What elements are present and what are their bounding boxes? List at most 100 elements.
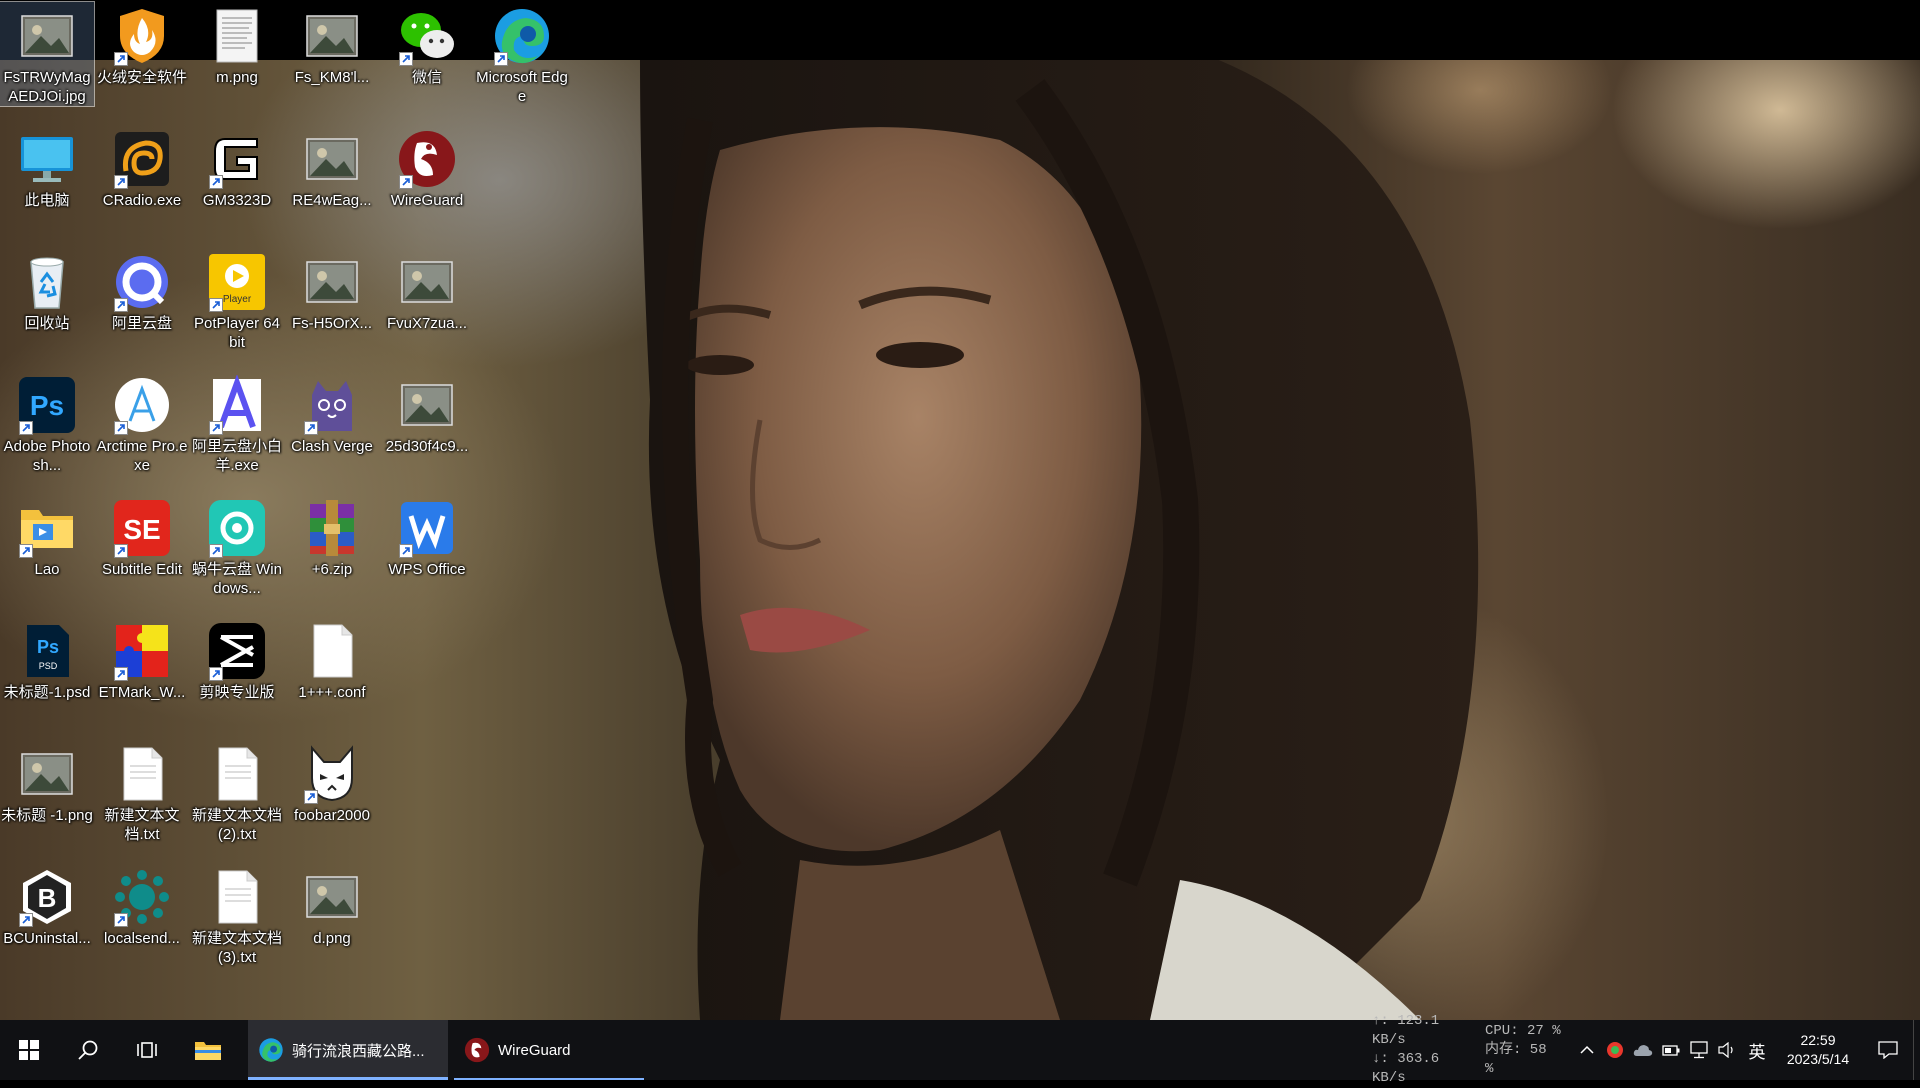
desktop-icon-fvux7zua[interactable]: FvuX7zua... — [380, 248, 474, 333]
folder-icon — [17, 498, 77, 558]
tray-network[interactable] — [1685, 1020, 1713, 1080]
desktop-icon-label: 阿里云盘小白羊.exe — [191, 438, 282, 474]
clash-cat-icon — [302, 375, 362, 435]
desktop-icon-label: FvuX7zua... — [386, 315, 468, 332]
desktop-icon-etmark[interactable]: ETMark_W... — [95, 617, 189, 702]
desktop-icon-subtitleedit[interactable]: SE Subtitle Edit — [95, 494, 189, 579]
network-speed-meter[interactable]: ↑: 123.1 KB/s ↓: 363.6 KB/s — [1372, 1012, 1467, 1088]
taskbar-app-edge[interactable]: 骑行流浪西藏公路... — [248, 1020, 448, 1080]
desktop-icon-huorong[interactable]: 火绒安全软件 — [95, 2, 189, 87]
desktop-icon-newtxt[interactable]: 新建文本文档.txt — [95, 740, 189, 844]
show-hidden-icons-button[interactable] — [1573, 1020, 1601, 1080]
desktop-icon-psd[interactable]: Ps PSD 未标题-1.psd — [0, 617, 94, 702]
desktop-icon-label: localsend... — [104, 930, 180, 947]
tray-cloud[interactable] — [1629, 1020, 1657, 1080]
svg-text:SE: SE — [123, 514, 160, 545]
shortcut-arrow-icon — [209, 421, 223, 435]
desktop-icon-25d30f4c9[interactable]: 25d30f4c9... — [380, 371, 474, 456]
image-thumbnail-icon — [397, 375, 457, 435]
search-button[interactable] — [58, 1020, 118, 1080]
desktop-icon-wireguard[interactable]: WireGuard — [380, 125, 474, 210]
monitor-icon — [17, 129, 77, 189]
shortcut-arrow-icon — [114, 421, 128, 435]
desktop-icon-label: Fs_KM8'l... — [294, 69, 370, 86]
document-thumbnail-icon — [207, 6, 267, 66]
show-desktop-button[interactable] — [1913, 1020, 1920, 1080]
desktop-icon-woniu[interactable]: 蜗牛云盘 Windows... — [190, 494, 284, 598]
desktop-icon-label: 新建文本文档 (3).txt — [191, 930, 282, 966]
clock[interactable]: 22:59 2023/5/14 — [1773, 1031, 1863, 1069]
tray-battery[interactable] — [1657, 1020, 1685, 1080]
desktop-icon-edge[interactable]: Microsoft Edge — [475, 2, 569, 106]
recycle-bin-icon — [17, 252, 77, 312]
shortcut-arrow-icon — [114, 667, 128, 681]
desktop-icon-recycle[interactable]: 回收站 — [0, 248, 94, 333]
desktop-icon-localsend[interactable]: localsend... — [95, 863, 189, 948]
desktop-icon-foobar[interactable]: foobar2000 — [285, 740, 379, 825]
cpu-usage: CPU: 27 % — [1485, 1022, 1561, 1039]
shortcut-arrow-icon — [114, 544, 128, 558]
arctime-icon — [112, 375, 172, 435]
edge-icon — [492, 6, 552, 66]
start-button[interactable] — [0, 1020, 58, 1080]
action-center-button[interactable] — [1863, 1020, 1913, 1080]
file-explorer-button[interactable] — [176, 1020, 240, 1080]
desktop-icon-bcuninstall[interactable]: B BCUninstal... — [0, 863, 94, 948]
task-view-button[interactable] — [118, 1020, 176, 1080]
download-speed: ↓: 363.6 KB/s — [1372, 1051, 1440, 1086]
desktop-icon-cradio[interactable]: CRadio.exe — [95, 125, 189, 210]
desktop-icon-label: GM3323D — [202, 192, 272, 209]
desktop-icon-dpng[interactable]: d.png — [285, 863, 379, 948]
svg-text:Player: Player — [223, 294, 252, 305]
desktop-icon-fskm8[interactable]: Fs_KM8'l... — [285, 2, 379, 87]
desktop-icon-gm3323d[interactable]: GM3323D — [190, 125, 284, 210]
desktop-icon-thispc[interactable]: 此电脑 — [0, 125, 94, 210]
desktop-icon-label: Arctime Pro.exe — [96, 438, 188, 474]
desktop-icon-conf[interactable]: 1+++.conf — [285, 617, 379, 702]
desktop-icon-arctime[interactable]: Arctime Pro.exe — [95, 371, 189, 475]
svg-text:PSD: PSD — [39, 661, 58, 671]
desktop-icon-plus6zip[interactable]: +6.zip — [285, 494, 379, 579]
desktop-icon-wechat[interactable]: 微信 — [380, 2, 474, 87]
taskbar-app-wireguard[interactable]: WireGuard — [454, 1020, 644, 1080]
search-icon — [78, 1040, 98, 1060]
desktop-icon-label: WPS Office — [388, 561, 466, 578]
huorong-shield-icon — [112, 6, 172, 66]
desktop-icon-photoshop[interactable]: Ps Adobe Photosh... — [0, 371, 94, 475]
desktop-icon-wps[interactable]: WPS Office — [380, 494, 474, 579]
desktop-icon-newtxt2[interactable]: 新建文本文档 (2).txt — [190, 740, 284, 844]
shortcut-arrow-icon — [209, 175, 223, 189]
wechat-icon — [397, 6, 457, 66]
wireguard-icon — [397, 129, 457, 189]
desktop-icon-untitledpng[interactable]: 未标题 -1.png — [0, 740, 94, 825]
desktop-icon-fstrwymag[interactable]: FsTRWyMag AEDJOi.jpg — [0, 1, 95, 107]
tray-huorong[interactable] — [1601, 1020, 1629, 1080]
desktop-icon-alixiaobai[interactable]: 阿里云盘小白羊.exe — [190, 371, 284, 475]
clock-date: 2023/5/14 — [1786, 1051, 1850, 1067]
taskbar: 骑行流浪西藏公路... WireGuard ↑: 123.1 KB/s ↓: 3… — [0, 1013, 1920, 1086]
desktop-icon-potplayer[interactable]: Player PotPlayer 64 bit — [190, 248, 284, 352]
image-thumbnail-icon — [17, 6, 77, 66]
desktop-icon-label: 剪映专业版 — [199, 684, 275, 701]
desktop-icon-newtxt3[interactable]: 新建文本文档 (3).txt — [190, 863, 284, 967]
desktop-icon-fsh5orx[interactable]: Fs-H5OrX... — [285, 248, 379, 333]
desktop-icon-aliyun[interactable]: 阿里云盘 — [95, 248, 189, 333]
shortcut-arrow-icon — [209, 667, 223, 681]
desktop-icon-label: 微信 — [411, 69, 442, 86]
desktop-icon-clashverge[interactable]: Clash Verge — [285, 371, 379, 456]
input-method-indicator[interactable]: 英 — [1741, 1020, 1773, 1080]
desktop-icon-label: Clash Verge — [291, 438, 373, 455]
image-thumbnail-icon — [302, 129, 362, 189]
blank-file-icon — [302, 621, 362, 681]
tray-volume[interactable] — [1713, 1020, 1741, 1080]
svg-text:B: B — [38, 883, 57, 913]
desktop-icon-lao[interactable]: Lao — [0, 494, 94, 579]
usage-meter[interactable]: CPU: 27 % 内存: 58 % — [1485, 1022, 1563, 1079]
notification-icon — [1878, 1041, 1898, 1059]
desktop-icon-capcut[interactable]: 剪映专业版 — [190, 617, 284, 702]
svg-text:Ps: Ps — [30, 390, 64, 421]
desktop-icon-re4weag[interactable]: RE4wEag... — [285, 125, 379, 210]
desktop-icon-mpng[interactable]: m.png — [190, 2, 284, 87]
desktop-icon-label: 未标题 -1.png — [1, 807, 93, 824]
shortcut-arrow-icon — [304, 421, 318, 435]
